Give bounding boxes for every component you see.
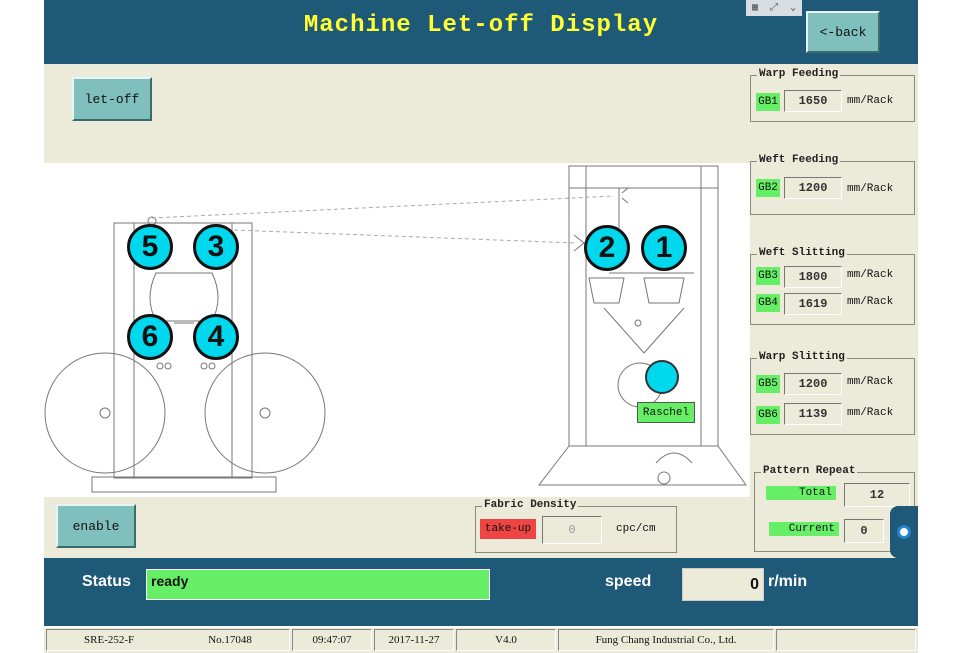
footer-empty [776,629,916,651]
window-controls[interactable]: ▦ ⤢ ⌄ [746,0,802,16]
gb5-value[interactable]: 1200 [784,373,842,395]
gb2-value[interactable]: 1200 [784,177,842,199]
gb6-unit: mm/Rack [847,407,894,419]
footer-model-cell: SRE-252-F No.17048 [46,629,290,651]
roller-5: 5 [127,224,173,270]
weft-slitting-group: Weft Slitting GB3 1800 mm/Rack GB4 1619 … [750,247,915,325]
gb4-unit: mm/Rack [847,296,894,308]
gb6-value[interactable]: 1139 [784,403,842,425]
footer-number: No.17048 [208,634,252,646]
status-label: Status [82,573,131,590]
gb1-label: GB1 [756,93,780,111]
status-value: ready [146,569,490,600]
fabric-roller-indicator [645,360,679,394]
page-title: Machine Let-off Display [303,12,659,39]
gb5-unit: mm/Rack [847,376,894,388]
roller-3: 3 [193,224,239,270]
roller-6: 6 [127,314,173,360]
pattern-repeat-title: Pattern Repeat [761,465,858,477]
footer-time: 09:47:07 [292,629,372,651]
status-bar: Status ready speed 0 r/min [44,558,918,626]
footer-bar: SRE-252-F No.17048 09:47:07 2017-11-27 V… [44,628,918,653]
gb4-value[interactable]: 1619 [784,293,842,315]
weft-feeding-group: Weft Feeding GB2 1200 mm/Rack [750,154,915,215]
gb1-unit: mm/Rack [847,95,894,107]
raschel-label: Raschel [637,402,695,423]
takeup-label: take-up [480,519,536,539]
total-label: Total [766,486,836,500]
gb3-label: GB3 [756,267,780,285]
fabric-density-title: Fabric Density [482,499,579,511]
footer-version: V4.0 [456,629,556,651]
weft-feeding-title: Weft Feeding [757,154,841,166]
gb3-value[interactable]: 1800 [784,266,842,288]
warp-feeding-group: Warp Feeding GB1 1650 mm/Rack [750,68,915,122]
gb4-label: GB4 [756,294,780,312]
weft-slitting-title: Weft Slitting [757,247,847,259]
back-button[interactable]: <-back [806,11,880,53]
takeup-unit: cpc/cm [616,523,656,535]
gb3-unit: mm/Rack [847,269,894,281]
roller-1: 1 [641,225,687,271]
speed-label: speed [605,573,652,590]
chevron-down-icon[interactable]: ⌄ [790,2,796,14]
enable-button[interactable]: enable [56,504,136,548]
fabric-density-group: Fabric Density take-up 0 cpc/cm [475,499,677,553]
gb6-label: GB6 [756,406,780,424]
speed-unit: r/min [768,573,808,590]
letoff-button[interactable]: let-off [72,77,152,121]
fullscreen-icon[interactable]: ⤢ [770,2,778,14]
total-value[interactable]: 12 [844,483,910,507]
gb1-value[interactable]: 1650 [784,90,842,112]
side-panel-tab[interactable] [890,506,918,558]
warp-feeding-title: Warp Feeding [757,68,841,80]
warp-slitting-group: Warp Slitting GB5 1200 mm/Rack GB6 1139 … [750,351,915,435]
footer-model: SRE-252-F [84,634,135,646]
roller-2: 2 [584,225,630,271]
footer-date: 2017-11-27 [374,629,454,651]
speed-value: 0 [682,568,764,601]
gb2-unit: mm/Rack [847,183,894,195]
takeup-value[interactable]: 0 [542,516,602,544]
remote-control-icon[interactable] [897,525,911,539]
current-label: Current [769,522,839,536]
current-value[interactable]: 0 [844,519,884,543]
gb2-label: GB2 [756,179,780,197]
gb5-label: GB5 [756,375,780,393]
footer-company: Fung Chang Industrial Co., Ltd. [558,629,774,651]
roller-4: 4 [193,314,239,360]
grid-icon[interactable]: ▦ [752,2,758,14]
warp-slitting-title: Warp Slitting [757,351,847,363]
